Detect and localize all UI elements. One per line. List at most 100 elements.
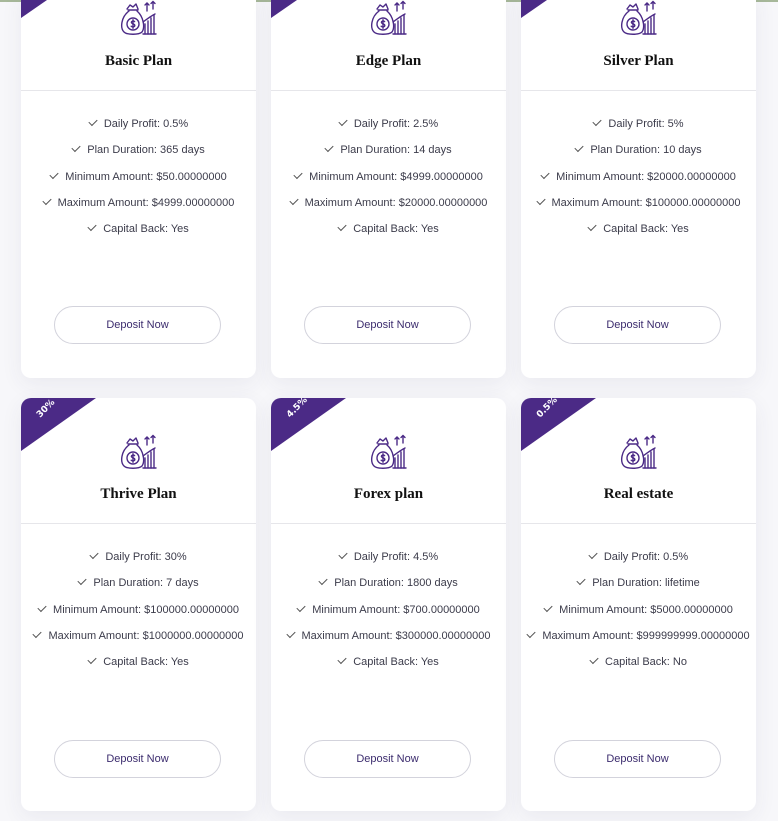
plan-card-thrive: 30% Thrive Plan Daily Profit: 30% Plan D… [21, 398, 256, 811]
ribbon-label: 0.5% [535, 398, 560, 421]
feature-item: Daily Profit: 5% [521, 116, 756, 143]
feature-item: Daily Profit: 30% [21, 549, 256, 576]
feature-list: Daily Profit: 0.5% Plan Duration: 365 da… [21, 116, 256, 248]
check-icon [540, 169, 550, 179]
check-icon [285, 628, 296, 638]
card-divider [271, 523, 506, 524]
card-divider [21, 90, 256, 91]
deposit-now-button[interactable]: Deposit Now [554, 306, 721, 344]
check-icon [543, 602, 553, 612]
check-icon [77, 576, 88, 586]
ribbon-label: 4.5% [285, 398, 310, 421]
feature-item: Plan Duration: 10 days [521, 143, 756, 169]
check-icon [288, 195, 299, 205]
feature-list: Daily Profit: 5% Plan Duration: 10 days … [521, 116, 756, 248]
deposit-now-button[interactable]: Deposit Now [54, 740, 221, 778]
feature-item: Plan Duration: lifetime [521, 576, 756, 602]
feature-item: Minimum Amount: $100000.00000000 [21, 602, 256, 629]
feature-item: Capital Back: Yes [521, 222, 756, 248]
feature-item: Capital Back: Yes [21, 222, 256, 248]
feature-item: Plan Duration: 14 days [271, 143, 506, 169]
plan-ribbon [521, 0, 547, 18]
plan-title: Basic Plan [104, 53, 173, 69]
check-icon [589, 655, 599, 665]
plan-title: Thrive Plan [100, 486, 177, 502]
card-divider [21, 523, 256, 524]
plan-title: Edge Plan [355, 53, 422, 69]
plan-title: Silver Plan [603, 53, 674, 69]
plan-title: Real estate [603, 486, 674, 502]
deposit-now-button[interactable]: Deposit Now [54, 306, 221, 344]
deposit-now-button[interactable]: Deposit Now [554, 740, 721, 778]
check-icon [592, 116, 602, 127]
feature-item: Maximum Amount: $1000000.00000000 [21, 628, 256, 655]
plan-ribbon: 0.5% [521, 398, 596, 451]
plan-card-silver: Silver Plan Daily Profit: 5% Plan Durati… [521, 0, 756, 378]
feature-item: Maximum Amount: $4999.00000000 [21, 195, 256, 222]
plan-ribbon [271, 0, 297, 18]
check-icon [293, 169, 303, 179]
feature-item: Maximum Amount: $300000.00000000 [271, 628, 506, 655]
feature-item: Minimum Amount: $4999.00000000 [271, 169, 506, 196]
check-icon [535, 195, 546, 205]
plan-card-real-estate: 0.5% Real estate Daily Profit: 0.5% Plan… [521, 398, 756, 811]
check-icon [88, 116, 98, 127]
feature-item: Maximum Amount: $100000.00000000 [521, 195, 756, 222]
money-bag-growth-icon [621, 434, 657, 469]
deposit-now-button[interactable]: Deposit Now [304, 740, 471, 778]
check-icon [337, 222, 347, 232]
check-icon [337, 655, 347, 665]
check-icon [574, 143, 584, 153]
money-bag-growth-icon [121, 434, 157, 469]
check-icon [37, 602, 47, 612]
check-icon [338, 116, 348, 127]
feature-item: Maximum Amount: $20000.00000000 [271, 195, 506, 222]
check-icon [296, 602, 306, 612]
check-icon [526, 628, 536, 638]
feature-item: Capital Back: Yes [271, 222, 506, 248]
feature-item: Plan Duration: 1800 days [271, 576, 506, 602]
feature-list: Daily Profit: 2.5% Plan Duration: 14 day… [271, 116, 506, 248]
deposit-now-button[interactable]: Deposit Now [304, 306, 471, 344]
check-icon [32, 628, 43, 638]
feature-list: Daily Profit: 0.5% Plan Duration: lifeti… [521, 549, 756, 681]
ribbon-label: 30% [35, 398, 58, 421]
feature-item: Daily Profit: 4.5% [271, 549, 506, 576]
feature-item: Daily Profit: 0.5% [521, 549, 756, 576]
money-bag-growth-icon [371, 0, 407, 35]
check-icon [49, 169, 59, 179]
money-bag-growth-icon [621, 0, 657, 35]
feature-item: Minimum Amount: $20000.00000000 [521, 169, 756, 196]
feature-item: Minimum Amount: $5000.00000000 [521, 602, 756, 629]
plan-ribbon: 30% [21, 398, 96, 451]
check-icon [42, 195, 52, 205]
check-icon [338, 549, 348, 560]
card-divider [521, 90, 756, 91]
check-icon [324, 143, 334, 153]
check-icon [87, 655, 97, 665]
check-icon [318, 576, 328, 586]
feature-item: Capital Back: No [521, 655, 756, 681]
plan-card-forex: 4.5% Forex plan Daily Profit: 4.5% Plan … [271, 398, 506, 811]
feature-item: Daily Profit: 2.5% [271, 116, 506, 143]
money-bag-growth-icon [371, 434, 407, 469]
plan-title: Forex plan [353, 486, 424, 502]
card-divider [521, 523, 756, 524]
feature-item: Minimum Amount: $700.00000000 [271, 602, 506, 629]
plan-card-edge: Edge Plan Daily Profit: 2.5% Plan Durati… [271, 0, 506, 378]
feature-item: Plan Duration: 365 days [21, 143, 256, 169]
check-icon [588, 549, 598, 560]
feature-item: Minimum Amount: $50.00000000 [21, 169, 256, 196]
feature-list: Daily Profit: 4.5% Plan Duration: 1800 d… [271, 549, 506, 681]
feature-item: Daily Profit: 0.5% [21, 116, 256, 143]
check-icon [576, 576, 586, 586]
card-divider [271, 90, 506, 91]
plan-card-basic: Basic Plan Daily Profit: 0.5% Plan Durat… [21, 0, 256, 378]
feature-item: Plan Duration: 7 days [21, 576, 256, 602]
plan-ribbon: 4.5% [271, 398, 346, 451]
feature-item: Capital Back: Yes [271, 655, 506, 681]
feature-item: Capital Back: Yes [21, 655, 256, 681]
feature-list: Daily Profit: 30% Plan Duration: 7 days … [21, 549, 256, 681]
check-icon [89, 549, 99, 560]
check-icon [87, 222, 97, 232]
